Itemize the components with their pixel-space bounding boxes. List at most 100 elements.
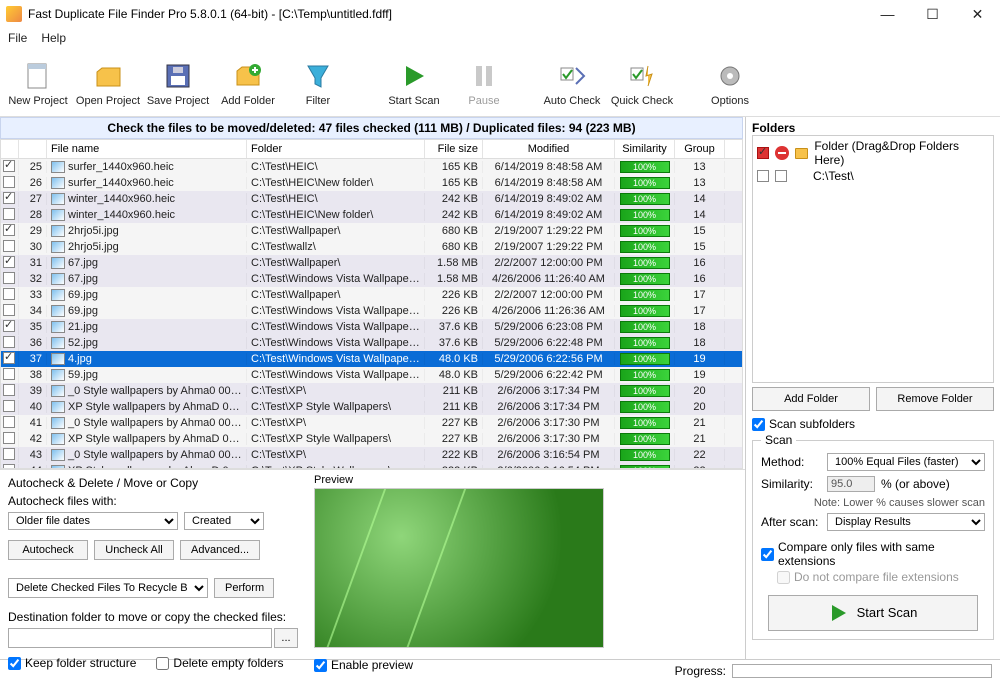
close-button[interactable]: ✕: [955, 0, 1000, 28]
row-checkbox[interactable]: [3, 320, 15, 332]
quick-check-button[interactable]: Quick Check: [608, 52, 676, 114]
row-folder: C:\Test\HEIC\: [247, 161, 425, 173]
row-checkbox[interactable]: [3, 288, 15, 300]
table-row[interactable]: 44XP Style wallpapers by AhmaD 005.jpgC:…: [1, 463, 742, 468]
col-folder[interactable]: Folder: [247, 140, 425, 158]
row-modified: 2/6/2006 3:17:30 PM: [483, 433, 615, 445]
folder-include-checkbox[interactable]: [757, 147, 769, 159]
table-row[interactable]: 3521.jpgC:\Test\Windows Vista Wallpaper …: [1, 319, 742, 335]
scan-subfolders-checkbox[interactable]: Scan subfolders: [752, 417, 994, 431]
table-row[interactable]: 3652.jpgC:\Test\Windows Vista Wallpaper …: [1, 335, 742, 351]
auto-check-button[interactable]: Auto Check: [538, 52, 606, 114]
row-checkbox[interactable]: [3, 336, 15, 348]
autocheck-filter-1[interactable]: Older file dates: [8, 512, 178, 530]
image-icon: [51, 401, 65, 413]
row-checkbox[interactable]: [3, 416, 15, 428]
add-folder-button[interactable]: Add Folder: [214, 52, 282, 114]
row-checkbox[interactable]: [3, 224, 15, 236]
row-checkbox[interactable]: [3, 208, 15, 220]
table-row[interactable]: 25surfer_1440x960.heicC:\Test\HEIC\165 K…: [1, 159, 742, 175]
start-scan-big-button[interactable]: Start Scan: [768, 595, 978, 631]
table-row[interactable]: 28winter_1440x960.heicC:\Test\HEIC\New f…: [1, 207, 742, 223]
row-checkbox[interactable]: [3, 448, 15, 460]
autocheck-filter-2[interactable]: Created: [184, 512, 264, 530]
after-scan-select[interactable]: Display Results: [827, 513, 985, 531]
maximize-button[interactable]: ☐: [910, 0, 955, 28]
col-modified[interactable]: Modified: [483, 140, 615, 158]
remove-folder-button[interactable]: Remove Folder: [876, 387, 994, 411]
row-filename: 67.jpg: [47, 273, 247, 285]
row-checkbox[interactable]: [3, 304, 15, 316]
table-row[interactable]: 43_0 Style wallpapers by Ahma0 005.jpgC:…: [1, 447, 742, 463]
minimize-button[interactable]: —: [865, 0, 910, 28]
autocheck-with-label: Autocheck files with:: [8, 494, 298, 508]
table-row[interactable]: 40XP Style wallpapers by AhmaD 003.jpgC:…: [1, 399, 742, 415]
table-row[interactable]: 42XP Style wallpapers by AhmaD 004.jpgC:…: [1, 431, 742, 447]
row-checkbox[interactable]: [3, 352, 15, 364]
row-modified: 5/29/2006 6:23:08 PM: [483, 321, 615, 333]
table-row[interactable]: 41_0 Style wallpapers by Ahma0 004.jpgC:…: [1, 415, 742, 431]
menu-help[interactable]: Help: [41, 31, 66, 45]
row-checkbox[interactable]: [3, 384, 15, 396]
folders-list[interactable]: Folder (Drag&Drop Folders Here) C:\Test\: [752, 135, 994, 383]
table-row[interactable]: 26surfer_1440x960.heicC:\Test\HEIC\New f…: [1, 175, 742, 191]
row-checkbox[interactable]: [3, 240, 15, 252]
table-row[interactable]: 3369.jpgC:\Test\Wallpaper\226 KB2/2/2007…: [1, 287, 742, 303]
start-scan-button[interactable]: Start Scan: [380, 52, 448, 114]
row-checkbox[interactable]: [3, 400, 15, 412]
browse-button[interactable]: ...: [274, 628, 298, 648]
options-button[interactable]: Options: [696, 52, 764, 114]
row-checkbox[interactable]: [3, 464, 15, 469]
row-checkbox[interactable]: [3, 192, 15, 204]
col-filesize[interactable]: File size: [425, 140, 483, 158]
col-group[interactable]: Group: [675, 140, 725, 158]
filter-button[interactable]: Filter: [284, 52, 352, 114]
col-similarity[interactable]: Similarity: [615, 140, 675, 158]
new-project-button[interactable]: New Project: [4, 52, 72, 114]
table-row[interactable]: 3167.jpgC:\Test\Wallpaper\1.58 MB2/2/200…: [1, 255, 742, 271]
folder-item[interactable]: C:\Test\: [755, 168, 991, 184]
row-group: 19: [675, 369, 725, 381]
save-project-button[interactable]: Save Project: [144, 52, 212, 114]
table-row[interactable]: 3859.jpgC:\Test\Windows Vista Wallpaper …: [1, 367, 742, 383]
method-select[interactable]: 100% Equal Files (faster): [827, 453, 985, 471]
delete-empty-checkbox[interactable]: Delete empty folders: [156, 656, 283, 670]
row-checkbox[interactable]: [3, 272, 15, 284]
row-index: 34: [19, 305, 47, 317]
row-modified: 4/26/2006 11:26:36 AM: [483, 305, 615, 317]
row-checkbox[interactable]: [3, 176, 15, 188]
row-checkbox[interactable]: [3, 432, 15, 444]
row-filename: 59.jpg: [47, 369, 247, 381]
open-project-button[interactable]: Open Project: [74, 52, 142, 114]
add-folder-button-side[interactable]: Add Folder: [752, 387, 870, 411]
table-row[interactable]: 302hrjo5i.jpgC:\Test\wallz\680 KB2/19/20…: [1, 239, 742, 255]
table-body[interactable]: 25surfer_1440x960.heicC:\Test\HEIC\165 K…: [1, 159, 742, 468]
folder-exclude-checkbox[interactable]: [775, 170, 787, 182]
destination-input[interactable]: [8, 628, 272, 648]
autocheck-button[interactable]: Autocheck: [8, 540, 88, 560]
uncheck-all-button[interactable]: Uncheck All: [94, 540, 174, 560]
enable-preview-checkbox[interactable]: Enable preview: [314, 658, 737, 672]
advanced-button[interactable]: Advanced...: [180, 540, 260, 560]
row-size: 1.58 MB: [425, 257, 483, 269]
table-row[interactable]: 292hrjo5i.jpgC:\Test\Wallpaper\680 KB2/1…: [1, 223, 742, 239]
table-row[interactable]: 39_0 Style wallpapers by Ahma0 003.jpgC:…: [1, 383, 742, 399]
row-checkbox[interactable]: [3, 368, 15, 380]
row-folder: C:\Test\XP Style Wallpapers\: [247, 401, 425, 413]
folder-placeholder-row[interactable]: Folder (Drag&Drop Folders Here): [755, 138, 991, 168]
folder-include-checkbox[interactable]: [757, 170, 769, 182]
row-checkbox[interactable]: [3, 256, 15, 268]
row-modified: 2/6/2006 3:17:34 PM: [483, 401, 615, 413]
keep-structure-checkbox[interactable]: Keep folder structure: [8, 656, 136, 670]
perform-button[interactable]: Perform: [214, 578, 274, 598]
compare-ext-checkbox[interactable]: Compare only files with same extensions: [761, 540, 985, 568]
menu-file[interactable]: File: [8, 31, 27, 45]
table-row[interactable]: 27winter_1440x960.heicC:\Test\HEIC\242 K…: [1, 191, 742, 207]
action-select[interactable]: Delete Checked Files To Recycle Bin: [8, 578, 208, 598]
col-filename[interactable]: File name: [47, 140, 247, 158]
table-row[interactable]: 3267.jpgC:\Test\Windows Vista Wallpaper …: [1, 271, 742, 287]
row-checkbox[interactable]: [3, 160, 15, 172]
table-row[interactable]: 374.jpgC:\Test\Windows Vista Wallpaper P…: [1, 351, 742, 367]
row-size: 226 KB: [425, 289, 483, 301]
table-row[interactable]: 3469.jpgC:\Test\Windows Vista Wallpaper …: [1, 303, 742, 319]
